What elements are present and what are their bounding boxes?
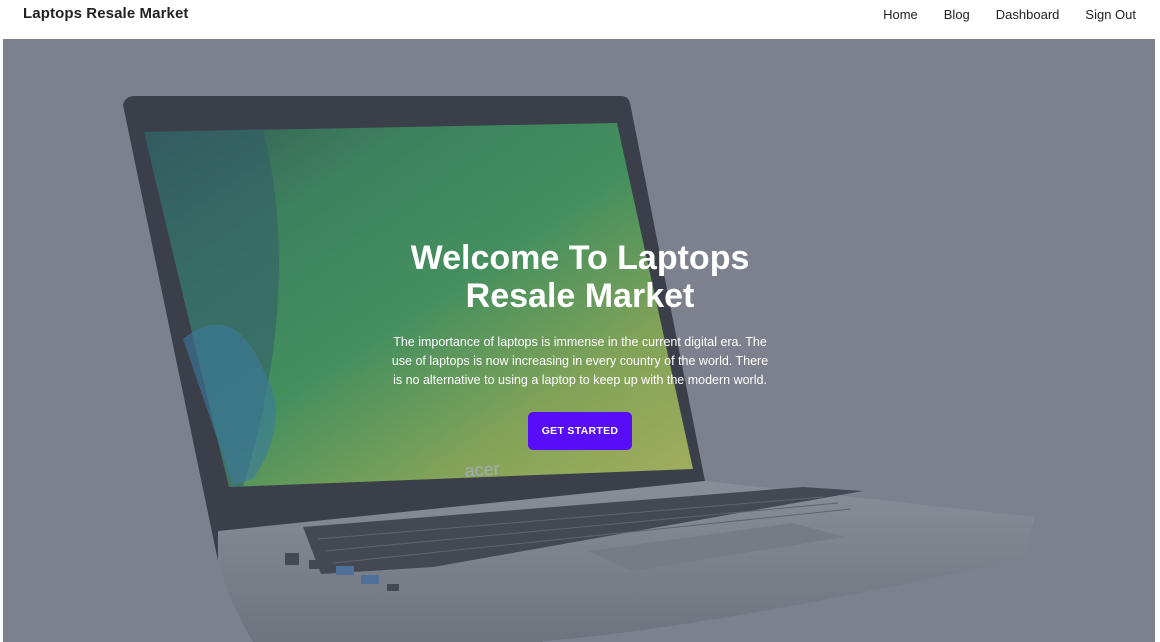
top-navbar: Laptops Resale Market Home Blog Dashboar… bbox=[0, 0, 1160, 39]
hero-banner: acer Welcome To Laptops Resale Market Th… bbox=[3, 39, 1155, 642]
nav-links: Home Blog Dashboard Sign Out bbox=[857, 7, 1136, 22]
nav-link-home[interactable]: Home bbox=[883, 7, 918, 22]
hero-title: Welcome To Laptops Resale Market bbox=[410, 239, 750, 315]
brand-logo-link[interactable]: Laptops Resale Market bbox=[23, 5, 189, 22]
nav-link-dashboard[interactable]: Dashboard bbox=[996, 7, 1060, 22]
hero-content: Welcome To Laptops Resale Market The imp… bbox=[390, 239, 770, 450]
nav-link-blog[interactable]: Blog bbox=[944, 7, 970, 22]
nav-link-sign-out[interactable]: Sign Out bbox=[1085, 7, 1136, 22]
hero-description: The importance of laptops is immense in … bbox=[391, 335, 769, 387]
get-started-button[interactable]: GET STARTED bbox=[527, 412, 633, 450]
